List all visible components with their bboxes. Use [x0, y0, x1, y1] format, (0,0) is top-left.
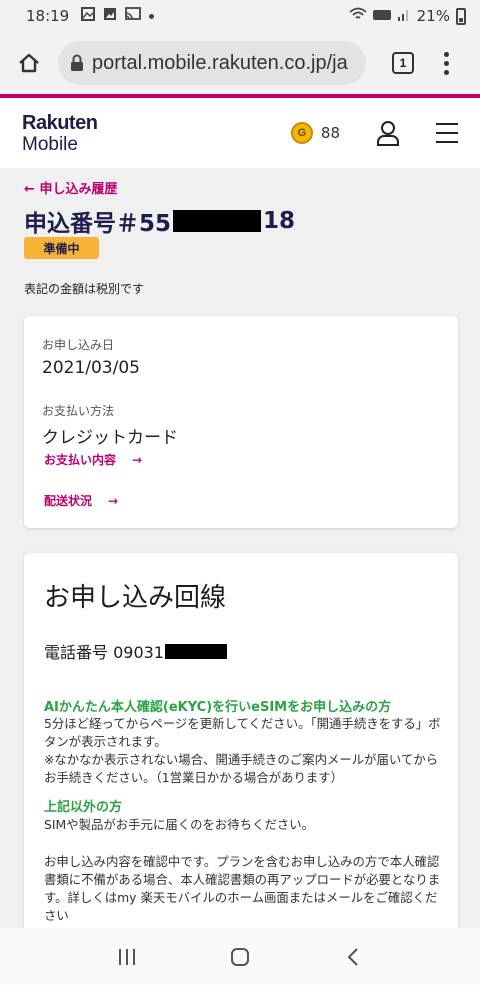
home-icon[interactable] [14, 48, 44, 78]
other-heading: 上記以外の方 [44, 800, 123, 815]
overflow-menu-icon[interactable] [444, 51, 449, 75]
medal-icon: G [290, 122, 313, 144]
confirmation-text: お申し込み内容を確認中です。プランを含むお申し込みの方で本人確認書類に不備がある… [44, 854, 441, 923]
payment-label: お支払い方法 [42, 404, 115, 418]
ekyc-note: ※なかなか表示されない場合、開通手続きのご案内メールが届いてからお手続きください… [44, 752, 439, 785]
address-bar[interactable]: portal.mobile.rakuten.co.jp/ja [58, 41, 366, 85]
gallery-icon [81, 7, 96, 25]
back-to-history-link[interactable]: ← 申し込み履歴 [24, 178, 117, 197]
arrow-right-icon: → [108, 493, 119, 508]
user-icon[interactable] [376, 120, 400, 146]
battery-icon [456, 7, 466, 25]
home-button[interactable] [220, 937, 260, 977]
hamburger-menu-icon[interactable] [436, 123, 458, 143]
dot-icon [149, 13, 155, 19]
url-text[interactable]: portal.mobile.rakuten.co.jp/ja [92, 52, 348, 75]
browser-toolbar: portal.mobile.rakuten.co.jp/ja 1 [0, 32, 480, 94]
status-bar: 18:19 21% [0, 0, 480, 32]
ekyc-heading: AIかんたん本人確認(eKYC)を行いeSIMをお申し込みの方 [44, 700, 392, 715]
payment-details-link[interactable]: お支払い内容 → [44, 451, 142, 468]
date-label: お申し込み日 [42, 338, 115, 352]
status-time: 18:19 [26, 7, 70, 25]
tabs-button[interactable]: 1 [392, 52, 414, 74]
other-instructions: SIMや製品がお手元に届くのをお待ちください。 [44, 817, 315, 832]
ekyc-instructions: 5分ほど経ってからページを更新してください。「開通手続きをする」ボタンが表示され… [44, 716, 441, 749]
recents-button[interactable] [107, 937, 147, 977]
system-nav-bar [0, 928, 480, 985]
arrow-left-icon: ← [24, 182, 35, 197]
date-value: 2021/03/05 [42, 358, 140, 378]
points-value: 88 [320, 124, 340, 142]
site-header: Rakuten Mobile G 88 [0, 98, 480, 168]
shipping-status-link[interactable]: 配送状況 → [44, 492, 118, 509]
order-number-title: 申込番号＃55 18 [24, 208, 296, 237]
tax-note: 表記の金額は税別です [24, 282, 145, 296]
photo-icon [103, 7, 117, 25]
lock-icon [70, 54, 84, 72]
rakuten-mobile-logo[interactable]: Rakuten Mobile [22, 113, 98, 154]
battery-percent: 21% [416, 7, 450, 25]
redaction-bar [165, 643, 227, 659]
redaction-bar [173, 210, 262, 232]
volte-icon [372, 7, 391, 25]
signal-icon [397, 7, 411, 25]
status-badge: 準備中 [24, 237, 99, 259]
payment-value: クレジットカード [42, 428, 178, 448]
arrow-right-icon: → [132, 452, 143, 467]
points-display[interactable]: G 88 [290, 122, 340, 144]
phone-number: 電話番号 09031 [44, 639, 227, 663]
order-details-card: お申し込み日 2021/03/05 お支払い方法 クレジットカード お支払い内容… [24, 316, 458, 528]
cast-icon [125, 7, 142, 25]
back-icon[interactable] [333, 937, 373, 977]
application-line-card: お申し込み回線 電話番号 09031 AIかんたん本人確認(eKYC)を行いeS… [24, 553, 458, 973]
section-title: お申し込み回線 [44, 583, 227, 613]
main-content: ← 申し込み履歴 申込番号＃55 18 準備中 表記の金額は税別です お申し込み日… [0, 168, 480, 973]
wifi-icon [349, 7, 367, 25]
